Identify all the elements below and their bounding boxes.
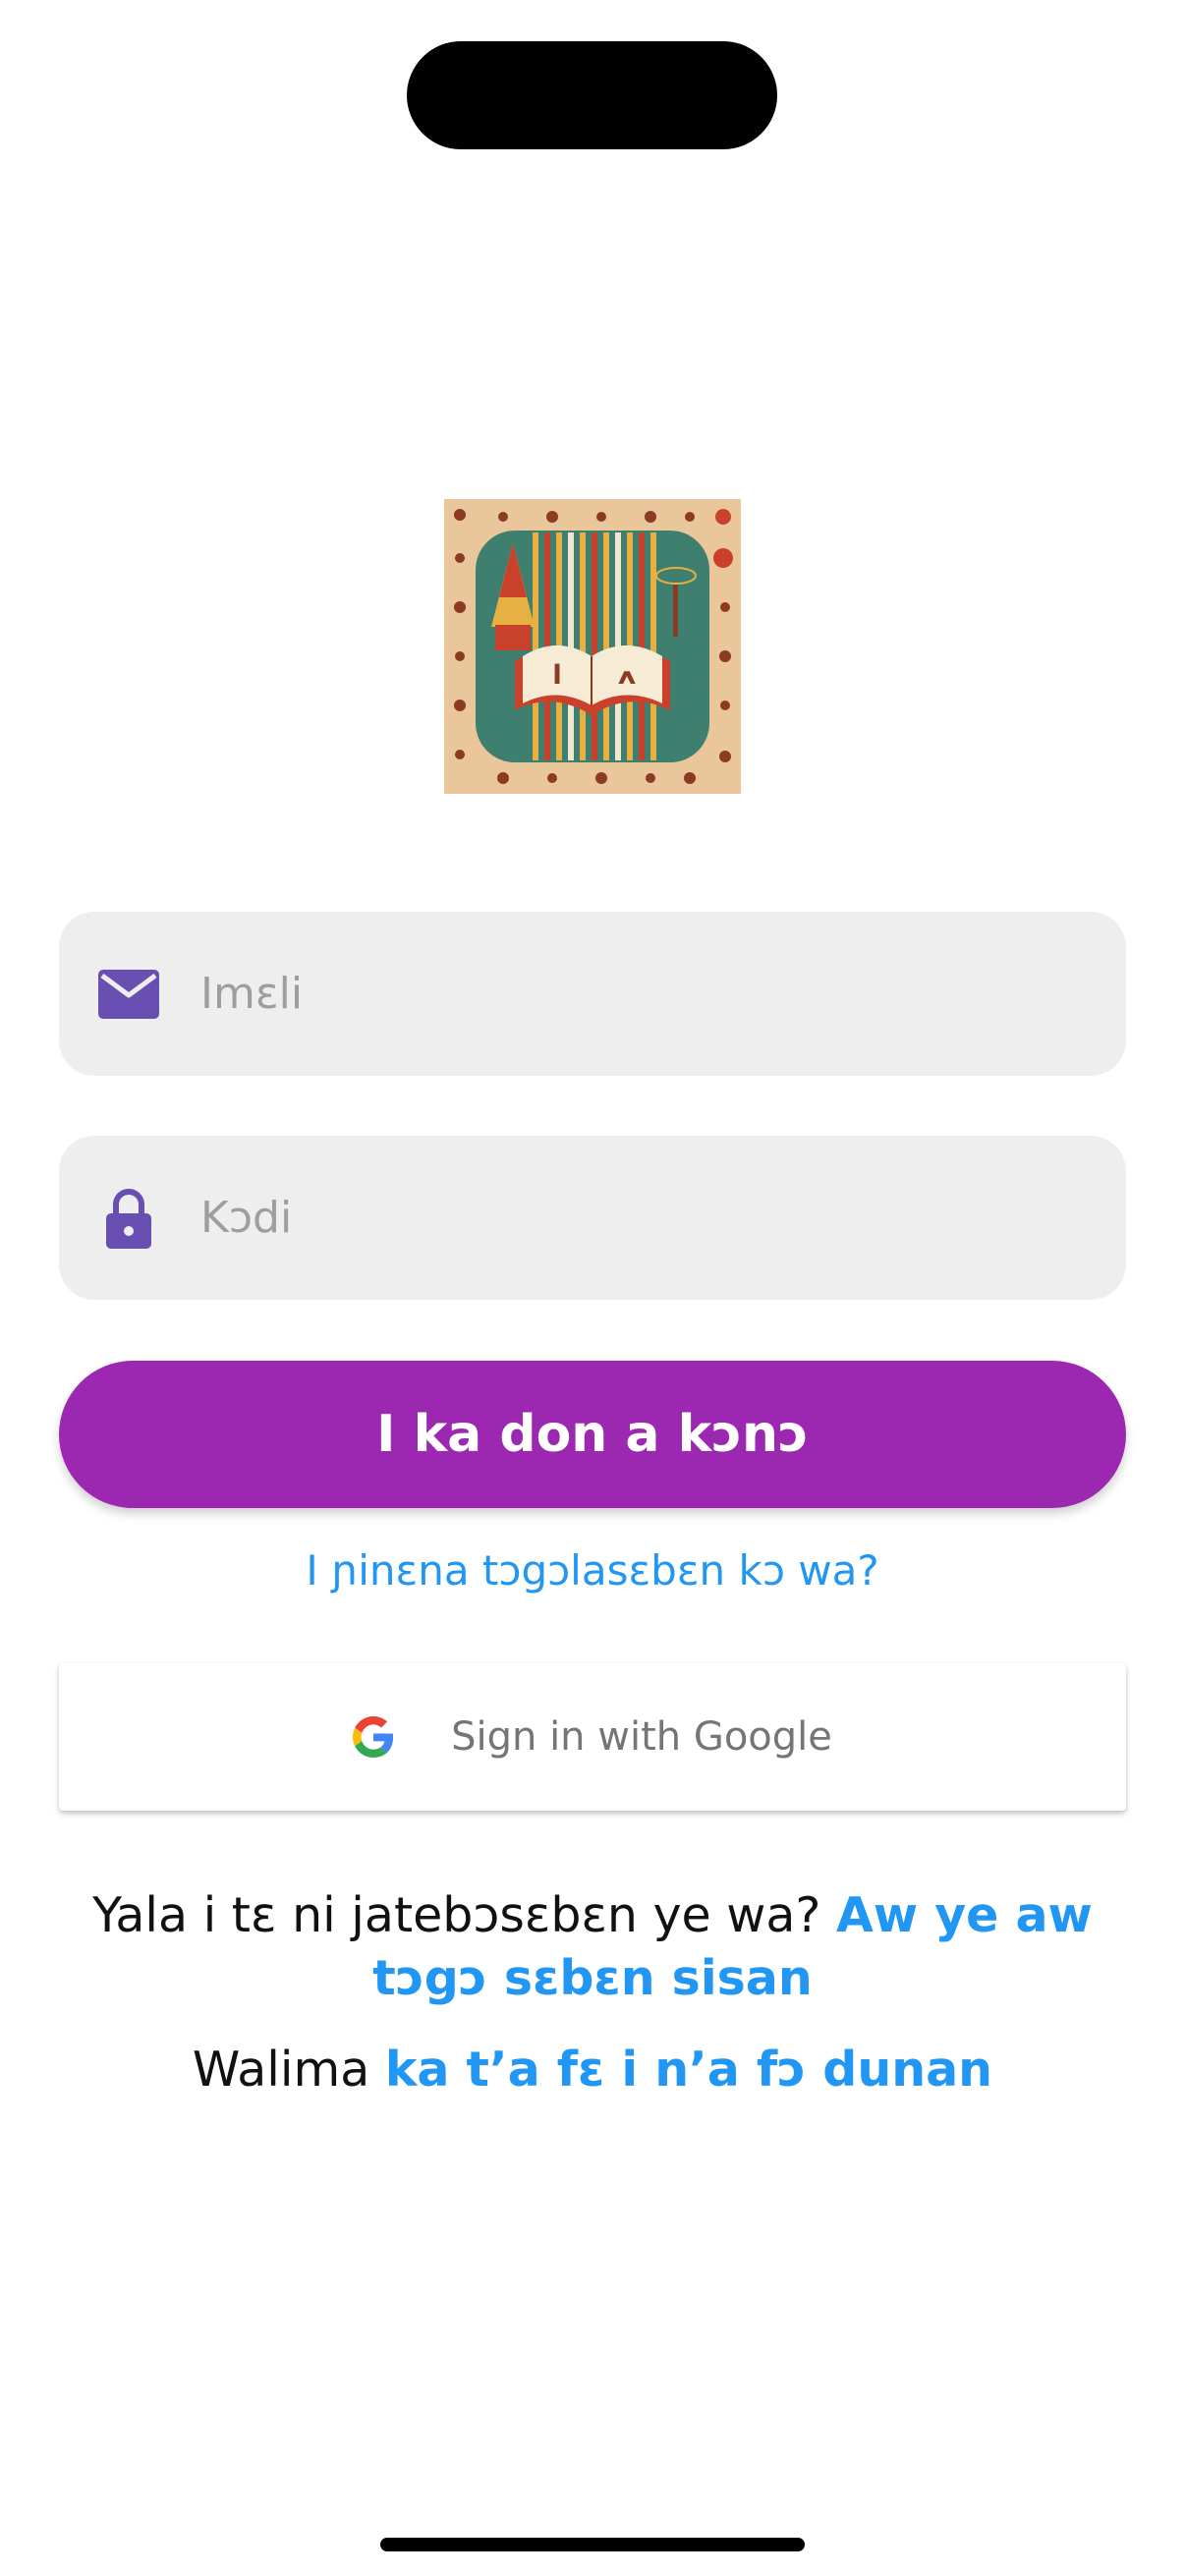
signup-prompt: Yala i tɛ ni jatebɔsɛbɛn ye wa? Aw ye aw… xyxy=(59,1884,1126,2010)
guest-link[interactable]: ka tʼa fɛ i nʼa fɔ dunan xyxy=(385,2042,992,2098)
signup-question: Yala i tɛ ni jatebɔsɛbɛn ye wa? xyxy=(92,1887,821,1943)
dynamic-island xyxy=(407,41,777,149)
guest-prompt: Walima ka tʼa fɛ i nʼa fɔ dunan xyxy=(0,2039,1185,2101)
book-logo-icon: ߊ ߍ xyxy=(444,499,741,794)
app-logo: ߊ ߍ xyxy=(444,499,741,794)
guest-prefix: Walima xyxy=(192,2042,370,2098)
book-glyph-left: ߊ xyxy=(552,658,562,691)
forgot-password-link[interactable]: I ɲinɛna tɔgɔlasɛbɛn kɔ wa? xyxy=(0,1546,1185,1595)
email-field[interactable] xyxy=(59,911,1126,1077)
book-glyph-right: ߍ xyxy=(618,658,636,691)
envelope-icon xyxy=(96,962,161,1027)
google-sign-in-label: Sign in with Google xyxy=(451,1714,832,1760)
home-indicator xyxy=(380,2538,805,2551)
google-icon xyxy=(353,1716,394,1758)
email-input[interactable] xyxy=(198,911,1067,1077)
google-sign-in-button[interactable]: Sign in with Google xyxy=(59,1663,1126,1811)
password-field[interactable] xyxy=(59,1135,1126,1301)
login-button[interactable]: I ka don a kɔnɔ xyxy=(59,1361,1126,1508)
lock-icon xyxy=(96,1186,161,1251)
password-input[interactable] xyxy=(198,1135,1067,1301)
